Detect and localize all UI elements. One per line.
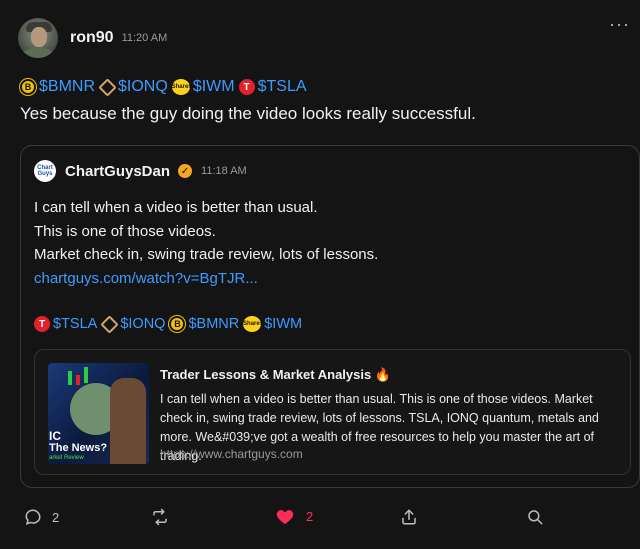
post-text: Yes because the guy doing the video look… — [20, 104, 476, 123]
comment-button[interactable]: 2 — [24, 508, 59, 526]
like-button[interactable]: 2 — [276, 508, 313, 525]
ionq-icon — [99, 79, 115, 95]
search-icon — [528, 510, 543, 525]
iwm-icon: iShares — [241, 316, 263, 332]
quoted-post-header: Chart Guys ChartGuysDan ✓ 11:18 AM — [34, 160, 247, 182]
post: ron90 11:20 AM ··· B $BMNR $IONQ iShares… — [0, 0, 640, 549]
ticker-symbol: $BMNR — [39, 78, 96, 95]
quoted-avatar[interactable]: Chart Guys — [34, 160, 56, 182]
card-title[interactable]: Trader Lessons & Market Analysis 🔥 — [160, 367, 391, 383]
ticker-symbol: $IWM — [192, 78, 235, 95]
post-tickers: B $BMNR $IONQ iShares $IWM T $TSLA — [20, 78, 311, 96]
ticker-symbol: $IONQ — [120, 316, 166, 332]
quoted-line: I can tell when a video is better than u… — [34, 199, 318, 216]
thumbnail-text: arket Review — [49, 455, 84, 461]
link-preview-card[interactable]: IC The News? arket Review Trader Lessons… — [34, 349, 631, 475]
bmnr-icon: B — [20, 79, 36, 95]
username[interactable]: ron90 — [70, 29, 114, 47]
ticker-symbol: $BMNR — [188, 316, 240, 332]
like-count: 2 — [306, 509, 314, 524]
action-bar: 2 2 — [0, 508, 640, 532]
quoted-username[interactable]: ChartGuysDan — [65, 163, 170, 180]
quoted-line: Market check in, swing trade review, lot… — [34, 246, 379, 263]
quoted-post[interactable]: Chart Guys ChartGuysDan ✓ 11:18 AM I can… — [20, 145, 640, 488]
bmnr-icon: B — [169, 316, 186, 332]
ticker-symbol: $IWM — [264, 316, 303, 332]
ticker-symbol: $TSLA — [53, 316, 98, 332]
ticker-symbol: $IONQ — [118, 78, 168, 95]
more-options-icon[interactable]: ··· — [609, 14, 630, 35]
quoted-tickers: T $TSLA $IONQ B $BMNR iShares $IWM — [34, 316, 306, 332]
card-url[interactable]: https://www.chartguys.com — [160, 447, 303, 461]
ticker-iwm[interactable]: iShares $IWM — [170, 78, 235, 96]
timestamp: 11:20 AM — [121, 32, 168, 44]
post-header: ron90 11:20 AM — [18, 18, 167, 58]
verified-badge-icon: ✓ — [178, 164, 193, 178]
quoted-line: This is one of those videos. — [34, 222, 216, 240]
ticker-symbol: $TSLA — [257, 78, 307, 95]
ticker-tsla[interactable]: T $TSLA — [34, 316, 97, 332]
video-thumbnail[interactable]: IC The News? arket Review — [48, 363, 149, 464]
avatar[interactable] — [18, 18, 58, 58]
comment-icon — [25, 509, 41, 525]
share-button[interactable] — [400, 508, 418, 526]
quoted-link[interactable]: chartguys.com/watch?v=BgTJR... — [34, 267, 378, 291]
ticker-iwm[interactable]: iShares $IWM — [241, 316, 303, 332]
quoted-timestamp: 11:18 AM — [201, 165, 247, 177]
repost-icon — [153, 508, 167, 526]
tsla-icon: T — [34, 316, 50, 332]
quoted-text: I can tell when a video is better than u… — [34, 196, 378, 290]
search-button[interactable] — [526, 508, 544, 526]
ticker-ionq[interactable]: $IONQ — [99, 78, 168, 96]
ticker-tsla[interactable]: T $TSLA — [238, 78, 307, 96]
share-icon — [402, 509, 416, 525]
repost-button[interactable] — [150, 508, 170, 526]
thumbnail-text: The News? — [49, 442, 108, 454]
heart-icon — [276, 510, 294, 524]
thumbnail-text: IC — [49, 429, 61, 443]
ticker-bmnr[interactable]: B $BMNR — [169, 316, 239, 332]
ionq-icon — [101, 316, 117, 332]
comment-count: 2 — [52, 509, 60, 525]
tsla-icon: T — [238, 79, 255, 95]
iwm-icon: iShares — [170, 79, 192, 95]
ticker-bmnr[interactable]: B $BMNR — [20, 78, 95, 96]
ticker-ionq[interactable]: $IONQ — [101, 316, 165, 332]
